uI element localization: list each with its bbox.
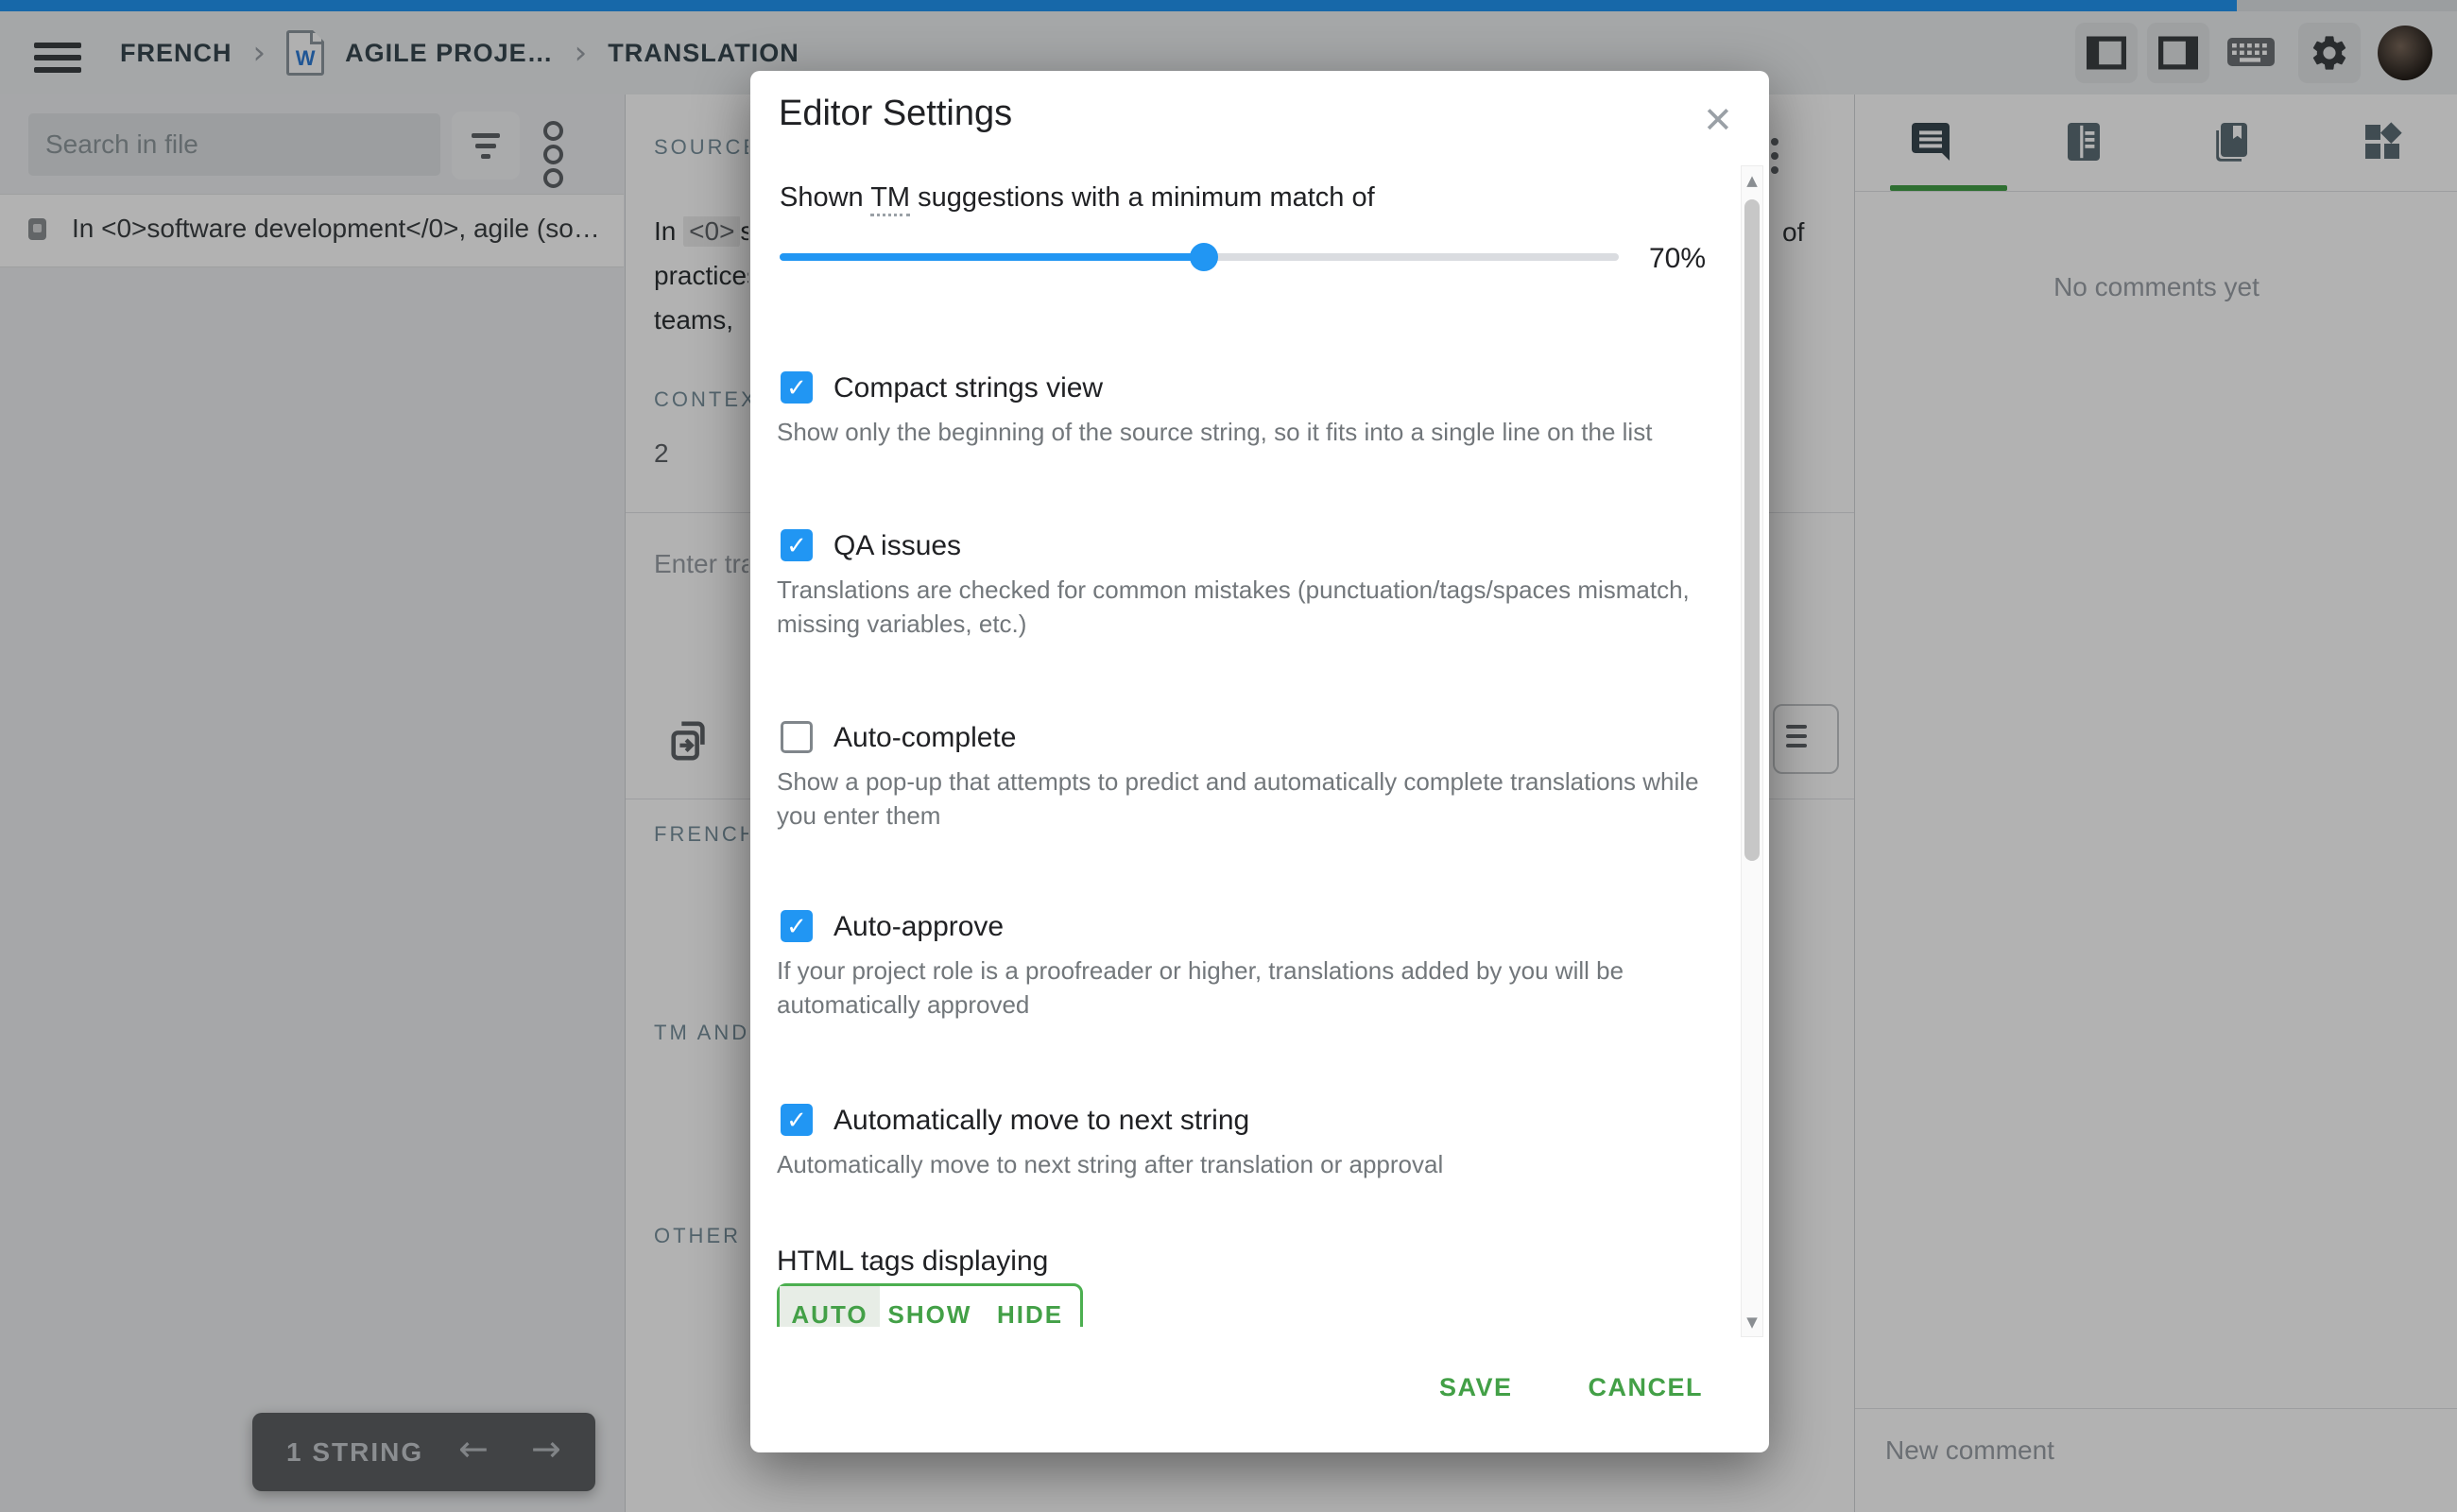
tm-match-value: 70% <box>1649 243 1706 275</box>
slider-thumb[interactable] <box>1190 243 1218 271</box>
compact-strings-checkbox[interactable]: ✓ <box>781 371 813 404</box>
scrollbar-thumb[interactable] <box>1744 199 1760 861</box>
html-tags-heading: HTML tags displaying <box>777 1246 1048 1278</box>
setting-label: Automatically move to next string <box>833 1105 1249 1137</box>
setting-label: QA issues <box>833 530 961 562</box>
close-icon[interactable]: ✕ <box>1703 99 1733 141</box>
setting-description: Translations are checked for common mist… <box>777 573 1731 641</box>
cancel-button[interactable]: CANCEL <box>1585 1364 1708 1412</box>
setting-label: Compact strings view <box>833 372 1103 404</box>
auto-complete-checkbox[interactable]: ✓ <box>781 721 813 753</box>
setting-description: If your project role is a proofreader or… <box>777 954 1731 1022</box>
slider-fill <box>780 253 1204 261</box>
modal-scrollbar[interactable]: ▲ ▼ <box>1741 165 1763 1337</box>
setting-description: Show only the beginning of the source st… <box>777 415 1731 449</box>
auto-move-checkbox[interactable]: ✓ <box>781 1104 813 1136</box>
html-tags-option-show[interactable]: SHOW <box>880 1286 980 1327</box>
setting-label: Auto-approve <box>833 911 1004 943</box>
tm-match-slider[interactable] <box>780 243 1619 271</box>
editor-settings-modal: Editor Settings ✕ Shown TM suggestions w… <box>750 71 1769 1452</box>
save-button[interactable]: SAVE <box>1435 1364 1517 1412</box>
scroll-down-icon[interactable]: ▼ <box>1742 1314 1762 1331</box>
qa-issues-checkbox[interactable]: ✓ <box>781 529 813 561</box>
tm-match-label: Shown TM suggestions with a minimum matc… <box>780 182 1375 214</box>
modal-title: Editor Settings <box>779 94 1012 134</box>
tm-term: TM <box>870 182 910 216</box>
html-tags-segmented-control: AUTO SHOW HIDE <box>777 1283 1083 1327</box>
modal-footer: SAVE CANCEL <box>1435 1364 1707 1412</box>
auto-approve-checkbox[interactable]: ✓ <box>781 910 813 942</box>
setting-label: Auto-complete <box>833 722 1016 754</box>
setting-description: Automatically move to next string after … <box>777 1147 1731 1181</box>
html-tags-option-hide[interactable]: HIDE <box>980 1286 1080 1327</box>
scroll-up-icon[interactable]: ▲ <box>1742 172 1762 189</box>
html-tags-option-auto[interactable]: AUTO <box>780 1286 880 1327</box>
setting-description: Show a pop-up that attempts to predict a… <box>777 765 1731 833</box>
